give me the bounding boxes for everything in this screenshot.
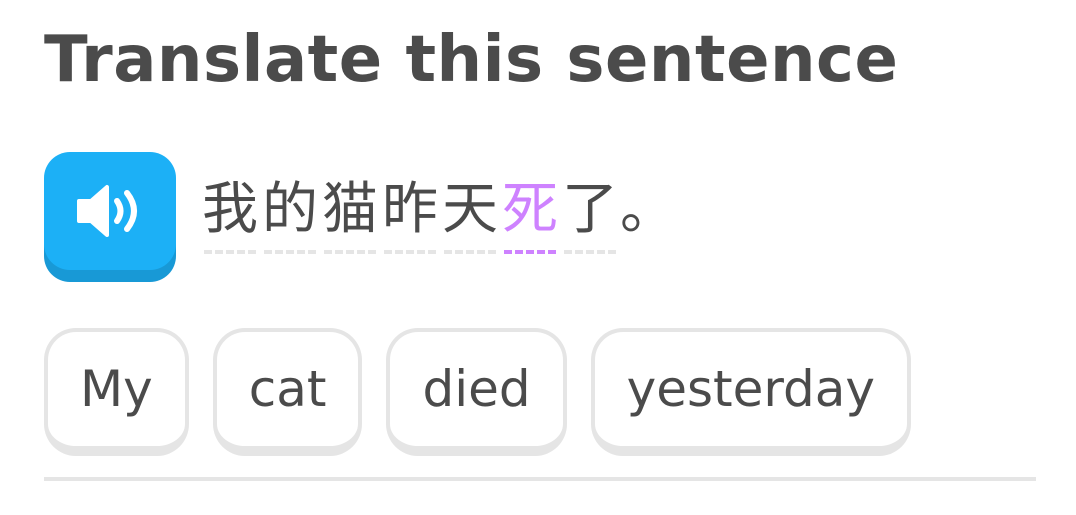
hint-character[interactable]: 我: [200, 178, 260, 254]
play-audio-button[interactable]: [44, 152, 176, 270]
prompt-sentence: 我 的 猫 昨 天 死 了 。: [200, 177, 676, 258]
word-tile-my[interactable]: My: [44, 328, 189, 456]
word-tile-died[interactable]: died: [386, 328, 567, 456]
sentence-punctuation: 。: [620, 177, 676, 242]
hint-character[interactable]: 昨: [380, 178, 440, 254]
page-title: Translate this sentence: [44, 23, 899, 97]
hint-character[interactable]: 猫: [320, 178, 380, 254]
hint-character[interactable]: 了: [560, 178, 620, 254]
word-tile-yesterday[interactable]: yesterday: [590, 328, 912, 456]
answer-area: My cat died yesterday: [44, 328, 912, 456]
answer-line-divider: [44, 477, 1036, 481]
speaker-icon: [77, 185, 137, 237]
hint-character[interactable]: 的: [260, 178, 320, 254]
hint-character[interactable]: 天: [440, 178, 500, 254]
word-tile-cat[interactable]: cat: [212, 328, 363, 456]
hint-character-new-word[interactable]: 死: [500, 178, 560, 254]
